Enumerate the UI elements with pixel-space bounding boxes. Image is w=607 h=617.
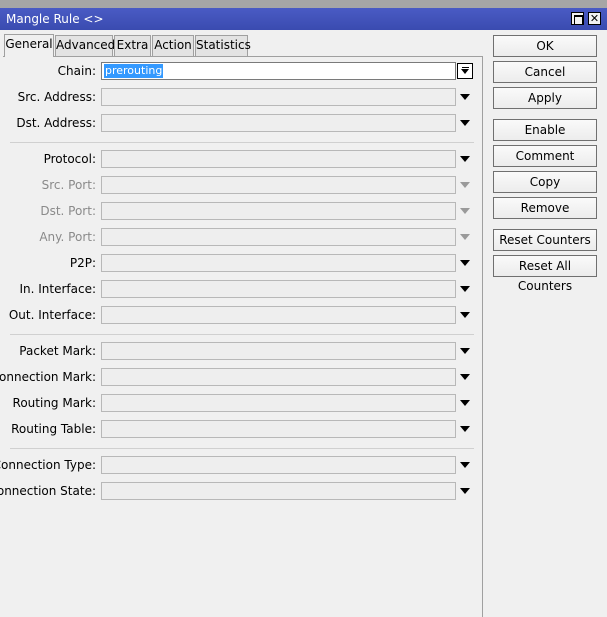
protocol-label: Protocol: [43,152,96,166]
protocol-input[interactable] [101,150,456,168]
reset-counters-button[interactable]: Reset Counters [493,229,597,251]
tab-statistics[interactable]: Statistics [195,35,251,56]
in-interface-input[interactable] [101,280,456,298]
routing-mark-label: Routing Mark: [12,396,96,410]
routing-mark-input[interactable] [101,394,456,412]
copy-button[interactable]: Copy [493,171,597,193]
any-port-input [101,228,456,246]
packet-mark-dropdown-icon[interactable] [460,348,470,354]
remove-button[interactable]: Remove [493,197,597,219]
chevron-down-icon [461,69,469,74]
close-icon[interactable]: ✕ [588,12,601,25]
connection-state-label: Connection State: [0,484,96,498]
src-address-input[interactable] [101,88,456,106]
chain-label: Chain: [57,64,96,78]
any-port-dropdown-icon [460,234,470,240]
p2p-input[interactable] [101,254,456,272]
connection-type-input[interactable] [101,456,456,474]
src-address-label: Src. Address: [17,90,96,104]
routing-mark-dropdown-icon[interactable] [460,400,470,406]
restore-icon[interactable] [571,12,584,25]
cancel-button[interactable]: Cancel [493,61,597,83]
dst-address-label: Dst. Address: [16,116,96,130]
p2p-label: P2P: [69,256,96,270]
packet-mark-input[interactable] [101,342,456,360]
connection-state-input[interactable] [101,482,456,500]
routing-table-dropdown-icon[interactable] [460,426,470,432]
connection-state-dropdown-icon[interactable] [460,488,470,494]
separator [10,334,474,335]
out-interface-input[interactable] [101,306,456,324]
src-port-dropdown-icon [460,182,470,188]
chain-dropdown-button[interactable] [457,63,473,79]
tab-action[interactable]: Action [152,35,194,56]
connection-mark-input[interactable] [101,368,456,386]
apply-button[interactable]: Apply [493,87,597,109]
chain-input[interactable]: prerouting [101,62,456,80]
routing-table-input[interactable] [101,420,456,438]
tab-extra[interactable]: Extra [114,35,151,56]
tab-advanced[interactable]: Advanced [55,35,115,56]
dst-address-input[interactable] [101,114,456,132]
window-title: Mangle Rule <> [6,12,104,26]
tab-general[interactable]: General [4,34,54,57]
out-interface-label: Out. Interface: [8,308,96,322]
src-address-dropdown-icon[interactable] [460,94,470,100]
connection-mark-dropdown-icon[interactable] [460,374,470,380]
dst-port-label: Dst. Port: [40,204,96,218]
in-interface-label: In. Interface: [19,282,96,296]
routing-table-label: Routing Table: [11,422,96,436]
panel-divider [482,56,483,617]
src-port-label: Src. Port: [41,178,96,192]
connection-type-dropdown-icon[interactable] [460,462,470,468]
any-port-label: Any. Port: [39,230,96,244]
dst-address-dropdown-icon[interactable] [460,120,470,126]
general-panel [3,56,483,615]
dst-port-input [101,202,456,220]
mangle-rule-window: Mangle Rule <> ✕ General Advanced Extra … [0,0,607,617]
connection-type-label: Connection Type: [0,458,96,472]
connection-mark-label: Connection Mark: [0,370,96,384]
out-interface-dropdown-icon[interactable] [460,312,470,318]
packet-mark-label: Packet Mark: [19,344,96,358]
comment-button[interactable]: Comment [493,145,597,167]
separator [10,142,474,143]
ok-button[interactable]: OK [493,35,597,57]
in-interface-dropdown-icon[interactable] [460,286,470,292]
title-bar[interactable]: Mangle Rule <> ✕ [0,8,607,30]
separator [10,448,474,449]
enable-button[interactable]: Enable [493,119,597,141]
dst-port-dropdown-icon [460,208,470,214]
src-port-input [101,176,456,194]
reset-all-counters-button[interactable]: Reset All Counters [493,255,597,293]
p2p-dropdown-icon[interactable] [460,260,470,266]
chain-value: prerouting [104,64,164,78]
protocol-dropdown-icon[interactable] [460,156,470,162]
